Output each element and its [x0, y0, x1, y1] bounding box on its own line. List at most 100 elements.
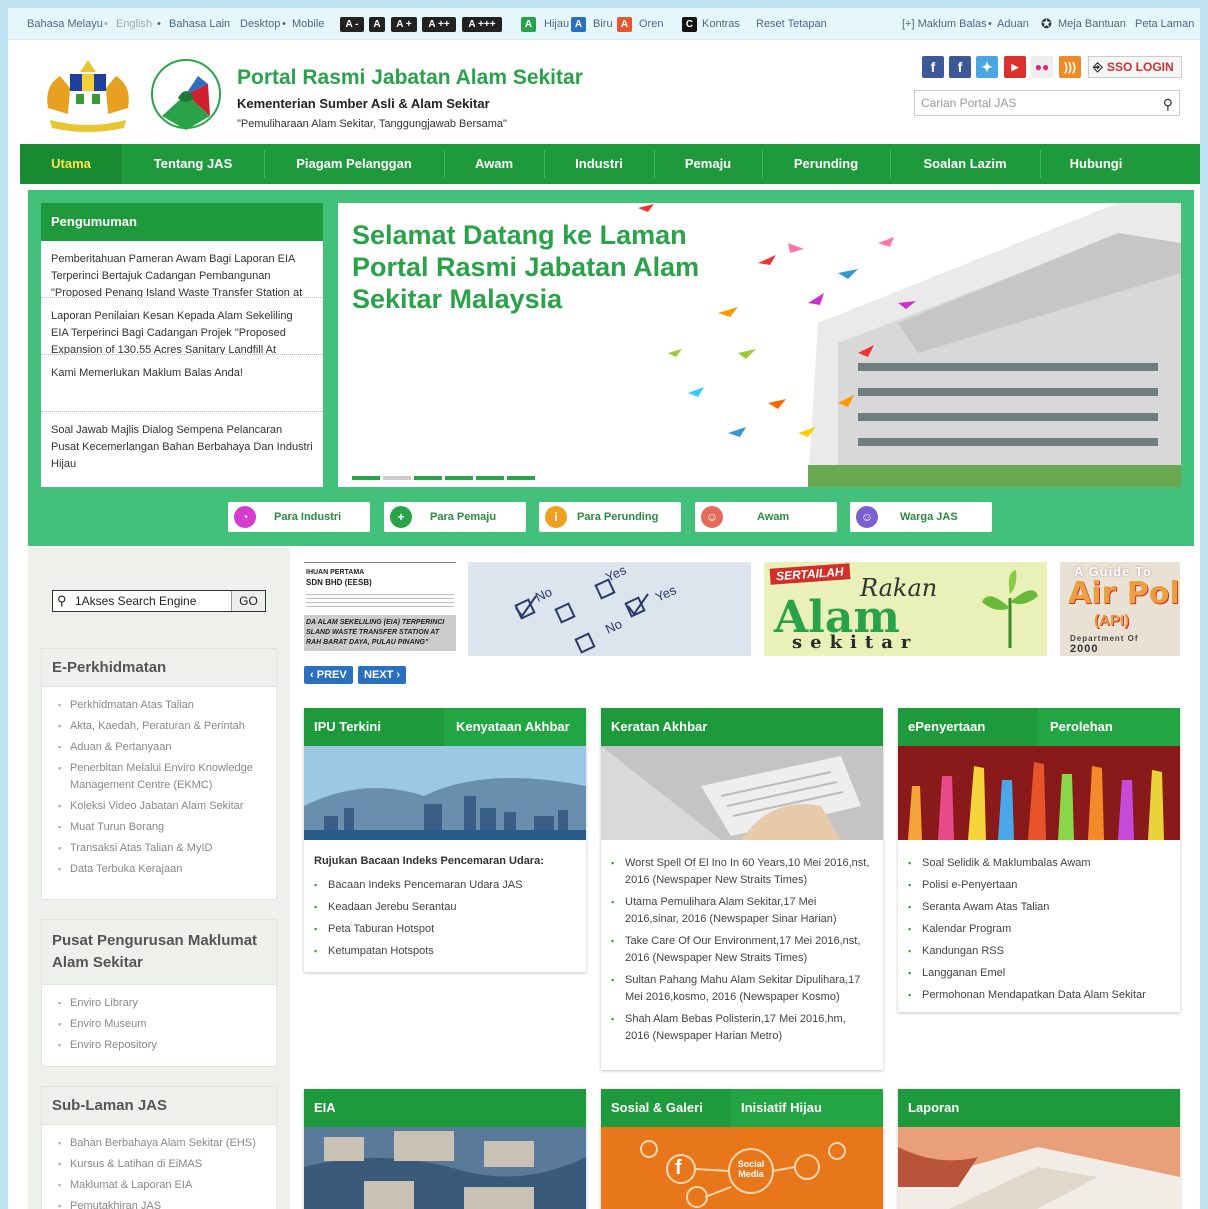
- announcement-item[interactable]: Laporan Penilaian Kesan Kepada Alam Seke…: [41, 298, 323, 355]
- banner-air-pollution-guide[interactable]: A Guide To Air Pollu (API) Department Of…: [1060, 562, 1180, 656]
- theme-orange-label[interactable]: Oren: [639, 18, 663, 30]
- theme-green-button[interactable]: A: [521, 17, 536, 32]
- nav-perunding[interactable]: Perunding: [762, 144, 890, 184]
- eperkhidmatan-link[interactable]: Muat Turun Borang: [58, 817, 266, 838]
- text-size-larger-button[interactable]: A ++: [422, 17, 456, 32]
- view-mobile-link[interactable]: Mobile: [292, 18, 324, 30]
- slider-dot[interactable]: [476, 476, 504, 480]
- pusat-link[interactable]: Enviro Repository: [58, 1035, 266, 1056]
- audience-perunding-button[interactable]: i Para Perunding: [539, 502, 681, 532]
- rss-icon[interactable]: ))): [1059, 56, 1081, 78]
- epenyertaan-link[interactable]: Seranta Awam Atas Talian: [908, 897, 1170, 919]
- news-clipping-link[interactable]: Utama Pemulihara Alam Sekitar,17 Mei 201…: [611, 892, 873, 931]
- contrast-label[interactable]: Kontras: [702, 18, 740, 30]
- contrast-button[interactable]: C: [682, 17, 697, 32]
- slider-dot[interactable]: [352, 476, 380, 480]
- slider-dot[interactable]: [414, 476, 442, 480]
- nav-awam[interactable]: Awam: [444, 144, 544, 184]
- theme-blue-button[interactable]: A: [571, 17, 586, 32]
- news-clipping-link[interactable]: Shah Alam Bebas Polisterin,17 Mei 2016,h…: [611, 1009, 873, 1048]
- epenyertaan-link[interactable]: Langganan Emel: [908, 963, 1170, 985]
- nav-utama[interactable]: Utama: [20, 144, 122, 184]
- hero-slider[interactable]: Selamat Datang ke Laman Portal Rasmi Jab…: [338, 203, 1181, 487]
- twitter-icon[interactable]: ✦: [976, 56, 998, 78]
- sso-login-button[interactable]: ⎆ SSO LOGIN: [1088, 56, 1182, 78]
- ipu-link[interactable]: Peta Taburan Hotspot: [314, 919, 576, 941]
- lang-other-link[interactable]: Bahasa Lain: [169, 18, 230, 30]
- facebook-icon[interactable]: f: [922, 56, 944, 78]
- theme-blue-label[interactable]: Biru: [593, 18, 613, 30]
- nav-tentang-jas[interactable]: Tentang JAS: [122, 144, 264, 184]
- nav-piagam-pelanggan[interactable]: Piagam Pelanggan: [264, 144, 444, 184]
- announcement-item[interactable]: Soal Jawab Majlis Dialog Sempena Pelanca…: [41, 412, 323, 469]
- nav-industri[interactable]: Industri: [544, 144, 654, 184]
- tab-ipu-terkini[interactable]: IPU Terkini: [314, 708, 381, 746]
- pusat-link[interactable]: Enviro Library: [58, 993, 266, 1014]
- nav-soalan-lazim[interactable]: Soalan Lazim: [890, 144, 1040, 184]
- banner-rakan-alam-sekitar[interactable]: SERTAILAH Rakan Alam sekitar: [764, 562, 1047, 656]
- ipu-link[interactable]: Ketumpatan Hotspots: [314, 941, 576, 963]
- youtube-icon[interactable]: ▶: [1004, 56, 1026, 78]
- sitemap-link[interactable]: Peta Laman: [1135, 18, 1194, 30]
- eperkhidmatan-link[interactable]: Penerbitan Melalui Enviro Knowledge Mana…: [58, 758, 266, 796]
- view-desktop-link[interactable]: Desktop: [240, 18, 280, 30]
- slider-dot[interactable]: [383, 476, 411, 480]
- epenyertaan-link[interactable]: Polisi e-Penyertaan: [908, 875, 1170, 897]
- search-icon[interactable]: ⚲: [1163, 92, 1173, 116]
- facebook-icon[interactable]: f: [949, 56, 971, 78]
- sublaman-link[interactable]: Pemutakhiran JAS: [58, 1196, 266, 1209]
- banner-prev-button[interactable]: ‹ PREV: [304, 666, 353, 684]
- text-size-smaller-button[interactable]: A -: [340, 17, 364, 32]
- eperkhidmatan-link[interactable]: Akta, Kaedah, Peraturan & Perintah: [58, 716, 266, 737]
- 1akses-search-input[interactable]: ⚲ 1Akses Search Engine GO: [52, 590, 266, 612]
- theme-green-label[interactable]: Hijau: [544, 18, 569, 30]
- sublaman-link[interactable]: Maklumat & Laporan EIA: [58, 1175, 266, 1196]
- news-clipping-link[interactable]: Take Care Of Our Environment,17 Mei 2016…: [611, 931, 873, 970]
- tab-kenyataan-akhbar[interactable]: Kenyataan Akhbar: [444, 708, 586, 746]
- helpdesk-link[interactable]: Meja Bantuan: [1058, 18, 1126, 30]
- tab-sosial-galeri[interactable]: Sosial & Galeri: [611, 1089, 703, 1127]
- text-size-normal-button[interactable]: A: [369, 17, 385, 32]
- portal-search-input[interactable]: Carian Portal JAS ⚲: [914, 90, 1180, 116]
- lang-malay-link[interactable]: Bahasa Melayu: [27, 18, 103, 30]
- epenyertaan-link[interactable]: Kalendar Program: [908, 919, 1170, 941]
- news-clipping-link[interactable]: Worst Spell Of El Ino In 60 Years,10 Mei…: [611, 853, 873, 892]
- ipu-link[interactable]: Keadaan Jerebu Serantau: [314, 897, 576, 919]
- tab-perolehan[interactable]: Perolehan: [1038, 708, 1180, 746]
- tab-inisiatif-hijau[interactable]: Inisiatif Hijau: [731, 1089, 883, 1127]
- text-size-large-button[interactable]: A +: [391, 17, 417, 32]
- epenyertaan-link[interactable]: Soal Selidik & Maklumbalas Awam: [908, 853, 1170, 875]
- eperkhidmatan-link[interactable]: Perkhidmatan Atas Talian: [58, 695, 266, 716]
- theme-orange-button[interactable]: A: [617, 17, 632, 32]
- eperkhidmatan-link[interactable]: Transaksi Atas Talian & MyID: [58, 838, 266, 859]
- sublaman-link[interactable]: Kursus & Latihan di EiMAS: [58, 1154, 266, 1175]
- audience-awam-button[interactable]: ☺ Awam: [695, 502, 837, 532]
- epenyertaan-link[interactable]: Kandungan RSS: [908, 941, 1170, 963]
- lang-english-link[interactable]: English: [116, 18, 152, 30]
- banner-eia-notice[interactable]: IHUAN PERTAMA SDN BHD (EESB) DA ALAM SEK…: [304, 562, 456, 656]
- eperkhidmatan-link[interactable]: Data Terbuka Kerajaan: [58, 859, 266, 880]
- banner-next-button[interactable]: NEXT ›: [358, 666, 407, 684]
- news-clipping-link[interactable]: Sultan Pahang Mahu Alam Sekitar Dipuliha…: [611, 970, 873, 1009]
- nav-hubungi[interactable]: Hubungi: [1040, 144, 1152, 184]
- ipu-link[interactable]: Bacaan Indeks Pencemaran Udara JAS: [314, 875, 576, 897]
- audience-pemaju-button[interactable]: + Para Pemaju: [384, 502, 526, 532]
- slider-dot[interactable]: [445, 476, 473, 480]
- tab-laporan[interactable]: Laporan: [908, 1089, 959, 1127]
- eperkhidmatan-link[interactable]: Aduan & Pertanyaan: [58, 737, 266, 758]
- tab-epenyertaan[interactable]: ePenyertaan: [908, 708, 985, 746]
- complaint-link[interactable]: Aduan: [997, 18, 1029, 30]
- go-button[interactable]: GO: [231, 591, 265, 611]
- pusat-link[interactable]: Enviro Museum: [58, 1014, 266, 1035]
- slider-dot[interactable]: [507, 476, 535, 480]
- audience-industri-button[interactable]: ◔ Para Industri: [228, 502, 370, 532]
- epenyertaan-link[interactable]: Permohonan Mendapatkan Data Alam Sekitar: [908, 985, 1170, 1007]
- sublaman-link[interactable]: Bahan Berbahaya Alam Sekitar (EHS): [58, 1133, 266, 1154]
- tab-keratan-akhbar[interactable]: Keratan Akhbar: [611, 708, 707, 746]
- nav-pemaju[interactable]: Pemaju: [654, 144, 762, 184]
- reset-settings-link[interactable]: Reset Tetapan: [756, 18, 827, 30]
- tab-eia[interactable]: EIA: [314, 1089, 336, 1127]
- announcement-item[interactable]: Pemberitahuan Pameran Awam Bagi Laporan …: [41, 241, 323, 298]
- announcement-item[interactable]: Kami Memerlukan Maklum Balas Anda!: [41, 355, 323, 412]
- banner-checklist[interactable]: No Yes Yes No: [468, 562, 751, 656]
